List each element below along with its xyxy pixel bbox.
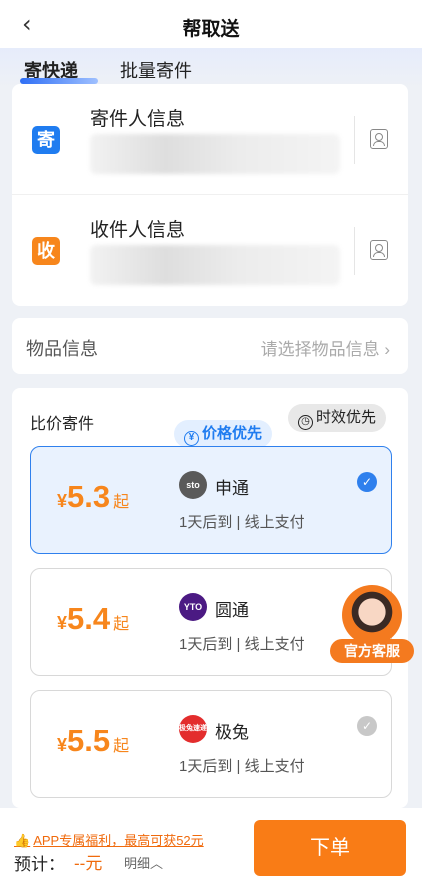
sender-title: 寄件人信息 <box>90 109 186 130</box>
customer-service-label: 官方客服 <box>330 639 414 663</box>
sort-price-first-button[interactable]: ¥ 价格优先 <box>174 420 273 448</box>
sort-time-first-button[interactable]: ◷ 时效优先 <box>288 404 387 432</box>
price-suffix: 起 <box>113 494 130 511</box>
price: ¥5.5 起 <box>57 723 129 759</box>
currency: ¥ <box>57 613 68 633</box>
promo-text: APP专属福利，最高可获52元 <box>33 833 204 848</box>
goods-selector[interactable]: 请选择物品信息 › <box>261 335 390 360</box>
price-suffix: 起 <box>113 738 130 755</box>
receiver-address-blurred <box>90 245 340 285</box>
receiver-tag: 收 <box>32 237 60 265</box>
clock-icon: ◷ <box>298 415 313 430</box>
price-value: 5.5 <box>67 723 111 758</box>
goods-label: 物品信息 <box>26 339 98 359</box>
receiver-title: 收件人信息 <box>90 220 186 241</box>
carrier-desc: 1天后到 | 线上支付 <box>179 758 305 775</box>
agent-avatar <box>342 585 402 645</box>
sort-price-label: 价格优先 <box>202 425 263 442</box>
price: ¥5.4 起 <box>57 601 129 637</box>
sender-address-blurred <box>90 134 340 174</box>
receiver-row[interactable]: 收 收件人信息 <box>12 194 408 304</box>
divider <box>354 116 355 164</box>
check-icon: ✓ <box>357 716 377 736</box>
estimate-value: --元 <box>74 854 103 873</box>
carrier-desc: 1天后到 | 线上支付 <box>179 636 305 653</box>
compare-label: 比价寄件 <box>30 416 95 433</box>
tab-bar: 寄快递 批量寄件 <box>0 48 422 88</box>
estimate-label: 预计： <box>14 855 65 874</box>
sto-logo-icon: sto <box>179 471 207 499</box>
currency: ¥ <box>57 491 68 511</box>
yen-icon: ¥ <box>184 431 199 446</box>
price-value: 5.3 <box>67 479 111 514</box>
customer-service-button[interactable]: 官方客服 <box>330 585 414 665</box>
top-bar: ‹ 帮取送 <box>0 0 422 48</box>
check-icon: ✓ <box>357 472 377 492</box>
tab-batch-send[interactable]: 批量寄件 <box>120 57 192 83</box>
sender-row[interactable]: 寄 寄件人信息 <box>12 84 408 194</box>
app-promo-link[interactable]: 👍 APP专属福利，最高可获52元 <box>14 830 204 849</box>
place-order-button[interactable]: 下单 <box>254 820 406 876</box>
divider <box>354 227 355 275</box>
carrier-option-jt[interactable]: ¥5.5 起 极兔速递 极兔 1天后到 | 线上支付 ✓ <box>30 690 392 798</box>
price-suffix: 起 <box>113 616 130 633</box>
address-card: 寄 寄件人信息 收 收件人信息 <box>12 84 408 306</box>
jt-logo-icon: 极兔速递 <box>179 715 207 743</box>
sender-tag: 寄 <box>32 126 60 154</box>
sort-time-label: 时效优先 <box>316 409 377 426</box>
price-value: 5.4 <box>67 601 111 636</box>
thumbs-up-icon: 👍 <box>14 833 31 848</box>
goods-info-row[interactable]: 物品信息 请选择物品信息 › <box>12 318 408 374</box>
carrier-option-sto[interactable]: ¥5.3 起 sto 申通 1天后到 | 线上支付 ✓ <box>30 446 392 554</box>
page-title: 帮取送 <box>182 19 240 40</box>
address-book-icon[interactable] <box>370 129 388 149</box>
carrier-name: 极兔 <box>215 723 249 742</box>
currency: ¥ <box>57 735 68 755</box>
address-book-icon[interactable] <box>370 240 388 260</box>
price: ¥5.3 起 <box>57 479 129 515</box>
bottom-bar: 👍 APP专属福利，最高可获52元 预计： --元 明细︿ 下单 <box>0 808 422 886</box>
carrier-name: 申通 <box>215 479 249 498</box>
carrier-name: 圆通 <box>215 601 249 620</box>
detail-toggle[interactable]: 明细︿ <box>124 853 163 872</box>
yto-logo-icon: YTO <box>179 593 207 621</box>
carrier-desc: 1天后到 | 线上支付 <box>179 514 305 531</box>
